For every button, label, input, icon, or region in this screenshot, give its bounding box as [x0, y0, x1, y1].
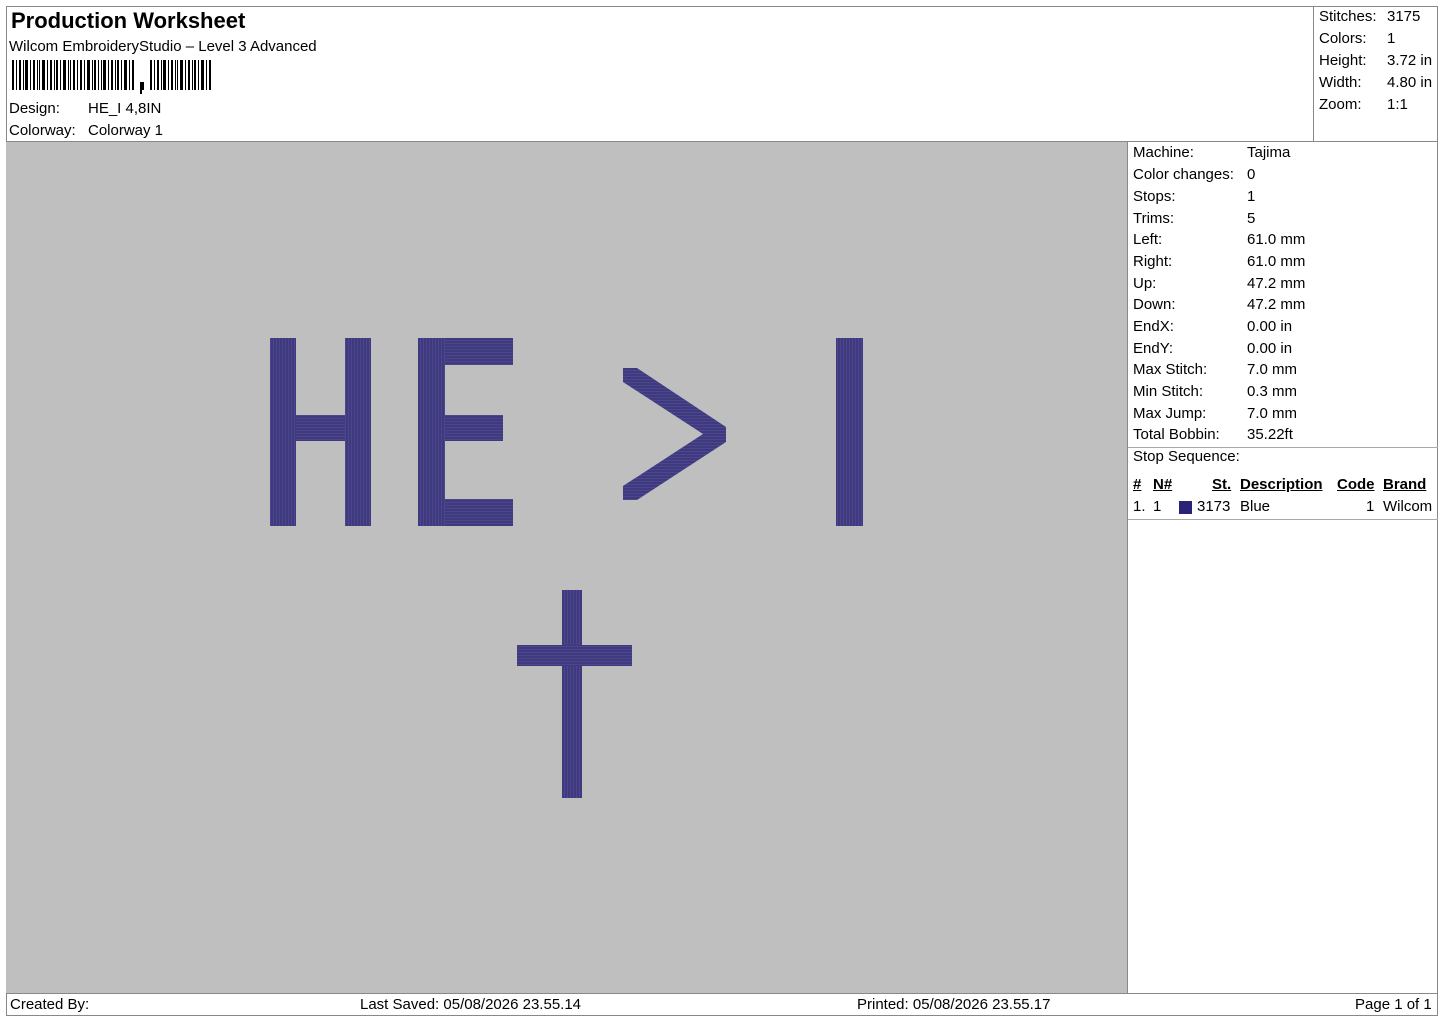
created-by: Created By:: [10, 996, 90, 1013]
stat-row-height: Height: 3.72 in: [1319, 52, 1432, 69]
colorway-value: Colorway 1: [88, 122, 164, 139]
design-value: HE_I 4,8IN: [88, 100, 162, 117]
design-row: Design: HE_I 4,8IN: [9, 100, 161, 117]
row-brand: Wilcom: [1383, 498, 1433, 515]
colorway-label: Colorway:: [9, 122, 76, 139]
info-value: 7.0 mm: [1247, 361, 1298, 378]
info-value: 61.0 mm: [1247, 231, 1306, 248]
row-description: Blue: [1240, 498, 1271, 515]
column-header-num: #: [1133, 476, 1142, 493]
stat-label: Zoom:: [1319, 96, 1362, 113]
info-row-endy: EndY: 0.00 in: [1133, 340, 1292, 357]
worksheet-footer: Created By: Last Saved: 05/08/2026 23.55…: [6, 993, 1438, 1016]
stat-value: 3175: [1387, 8, 1421, 25]
row-needle: 1: [1153, 498, 1162, 515]
info-label: Machine:: [1133, 144, 1194, 161]
row-num: 1.: [1133, 498, 1146, 515]
row-stitches: 3173: [1197, 498, 1231, 515]
info-row-max-jump: Max Jump: 7.0 mm: [1133, 405, 1297, 422]
design-label: Design:: [9, 100, 60, 117]
column-header-description: Description: [1240, 476, 1323, 493]
info-value: 1: [1247, 188, 1256, 205]
info-value: 35.22ft: [1247, 426, 1293, 443]
stat-label: Height:: [1319, 52, 1367, 69]
stat-label: Stitches:: [1319, 8, 1377, 25]
info-label: Trims:: [1133, 210, 1175, 227]
stat-value: 4.80 in: [1387, 74, 1433, 91]
stat-row-zoom: Zoom: 1:1: [1319, 96, 1408, 113]
barcode: [12, 60, 211, 94]
info-value: 7.0 mm: [1247, 405, 1298, 422]
column-header-needle: N#: [1153, 476, 1173, 493]
info-row-right: Right: 61.0 mm: [1133, 253, 1305, 270]
info-value: 5: [1247, 210, 1256, 227]
stat-row-width: Width: 4.80 in: [1319, 74, 1432, 91]
info-value: 47.2 mm: [1247, 275, 1306, 292]
info-label: Up:: [1133, 275, 1157, 292]
info-row-trims: Trims: 5: [1133, 210, 1255, 227]
info-value: 0: [1247, 166, 1256, 183]
letter-h: [270, 338, 371, 526]
software-name: Wilcom EmbroideryStudio – Level 3 Advanc…: [9, 38, 317, 55]
embroidery-design: [270, 338, 863, 798]
stat-label: Colors:: [1319, 30, 1367, 47]
design-preview: [6, 142, 1128, 993]
info-row-left: Left: 61.0 mm: [1133, 231, 1305, 248]
info-row-total-bobbin: Total Bobbin: 35.22ft: [1133, 426, 1293, 443]
info-label: Right:: [1133, 253, 1173, 270]
info-row-max-stitch: Max Stitch: 7.0 mm: [1133, 361, 1297, 378]
info-row-stops: Stops: 1: [1133, 188, 1255, 205]
info-label: Max Stitch:: [1133, 361, 1208, 378]
last-saved: Last Saved: 05/08/2026 23.55.14: [360, 996, 582, 1013]
row-code: 1: [1366, 498, 1375, 515]
stop-sequence-title: Stop Sequence:: [1133, 448, 1240, 465]
info-row-up: Up: 47.2 mm: [1133, 275, 1305, 292]
info-label: Down:: [1133, 296, 1176, 313]
info-value: 0.3 mm: [1247, 383, 1298, 400]
column-header-stitches: St.: [1212, 476, 1232, 493]
info-label: Max Jump:: [1133, 405, 1207, 422]
info-label: Total Bobbin:: [1133, 426, 1220, 443]
column-header-brand: Brand: [1383, 476, 1427, 493]
stat-label: Width:: [1319, 74, 1362, 91]
info-row-machine: Machine: Tajima: [1133, 144, 1290, 161]
info-value: 47.2 mm: [1247, 296, 1306, 313]
info-row-min-stitch: Min Stitch: 0.3 mm: [1133, 383, 1297, 400]
column-header-code: Code: [1337, 476, 1375, 493]
printed-date: Printed: 05/08/2026 23.55.17: [857, 996, 1051, 1013]
letter-i: [836, 338, 863, 526]
design-stats: Stitches: 3175 Colors: 1 Height: 3.72 in Wi…: [1314, 6, 1438, 142]
info-value: Tajima: [1247, 144, 1291, 161]
machine-info-panel: Machine: Tajima Color changes: 0 Stops: 1 T…: [1128, 142, 1438, 993]
stat-value: 1:1: [1387, 96, 1408, 113]
cross-symbol: [517, 590, 632, 798]
stat-value: 3.72 in: [1387, 52, 1433, 69]
info-value: 0.00 in: [1247, 318, 1293, 335]
info-value: 0.00 in: [1247, 340, 1293, 357]
colorway-row: Colorway: Colorway 1: [9, 122, 163, 139]
worksheet-header: Production Worksheet Wilcom EmbroiderySt…: [6, 6, 1314, 142]
stat-row-stitches: Stitches: 3175: [1319, 8, 1420, 25]
page-number: Page 1 of 1: [1355, 996, 1432, 1013]
info-value: 61.0 mm: [1247, 253, 1306, 270]
stat-value: 1: [1387, 30, 1396, 47]
info-row-color-changes: Color changes: 0: [1133, 166, 1255, 183]
info-label: Left:: [1133, 231, 1163, 248]
info-label: Color changes:: [1133, 166, 1234, 183]
info-label: Min Stitch:: [1133, 383, 1204, 400]
page-title: Production Worksheet: [11, 8, 246, 33]
color-swatch: [1179, 501, 1192, 514]
info-label: EndY:: [1133, 340, 1174, 357]
divider: [1128, 519, 1438, 520]
info-label: EndX:: [1133, 318, 1174, 335]
info-row-endx: EndX: 0.00 in: [1133, 318, 1292, 335]
letter-e: [418, 338, 513, 526]
info-label: Stops:: [1133, 188, 1176, 205]
stat-row-colors: Colors: 1: [1319, 30, 1395, 47]
info-row-down: Down: 47.2 mm: [1133, 296, 1305, 313]
greater-than-sign: [623, 368, 726, 500]
